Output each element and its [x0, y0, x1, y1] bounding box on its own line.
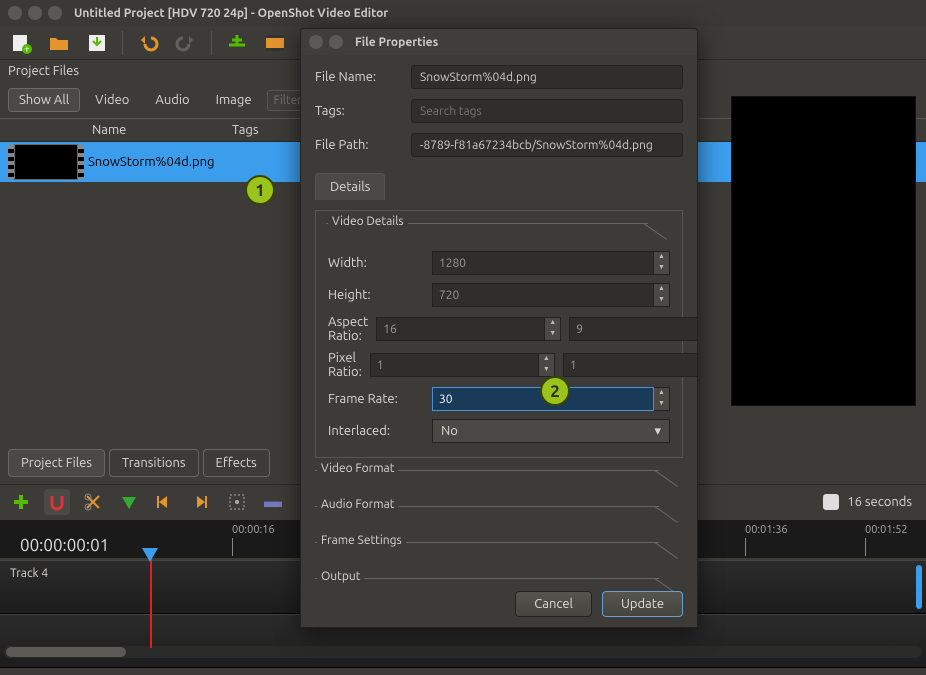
profile-icon[interactable]	[262, 30, 288, 56]
main-titlebar[interactable]: Untitled Project [HDV 720 24p] - OpenSho…	[0, 0, 926, 26]
save-project-icon[interactable]	[84, 30, 110, 56]
timeline-duration: 16 seconds	[847, 495, 912, 509]
timeline-timecode[interactable]: 00:00:00:01	[20, 536, 109, 555]
filter-video[interactable]: Video	[84, 88, 140, 112]
window-minimize-icon[interactable]	[28, 6, 42, 20]
file-name: SnowStorm%04d.png	[88, 155, 228, 169]
window-maximize-icon[interactable]	[48, 6, 62, 20]
snap-icon[interactable]	[44, 489, 70, 515]
pixel-label: Pixel Ratio:	[328, 351, 362, 379]
interlaced-combo[interactable]: No▾	[432, 419, 670, 443]
dialog-tabs: Details	[315, 173, 683, 200]
width-spinner[interactable]: ▲▼	[432, 251, 670, 275]
file-thumbnail	[14, 144, 78, 180]
tick: 00:01:36	[745, 524, 788, 556]
video-details-group: Video Details Width: ▲▼ Height: ▲▼ Aspec…	[315, 210, 683, 458]
open-project-icon[interactable]	[46, 30, 72, 56]
file-name-field[interactable]: SnowStorm%04d.png	[411, 65, 683, 89]
track-scroll-handle[interactable]	[916, 565, 922, 609]
preview-panel[interactable]	[731, 96, 916, 406]
tab-effects[interactable]: Effects	[203, 449, 270, 477]
dialog-minimize-icon[interactable]	[329, 35, 343, 49]
audio-format-section[interactable]: Audio Format	[317, 498, 398, 511]
tick: 00:00:16	[232, 524, 275, 556]
tick: 00:01:52	[865, 524, 908, 556]
window-title: Untitled Project [HDV 720 24p] - OpenSho…	[74, 7, 388, 20]
next-marker-icon[interactable]	[188, 489, 214, 515]
file-path-label: File Path:	[315, 138, 401, 152]
window-close-icon[interactable]	[8, 6, 22, 20]
tags-label: Tags:	[315, 104, 401, 118]
svg-text:+: +	[24, 43, 30, 54]
annotation-badge-1: 1	[245, 175, 275, 205]
aspect-label: Aspect Ratio:	[328, 315, 368, 343]
dialog-titlebar[interactable]: File Properties	[301, 29, 697, 55]
file-name-label: File Name:	[315, 70, 401, 84]
video-format-section[interactable]: Video Format	[317, 462, 398, 475]
update-button[interactable]: Update	[602, 591, 683, 617]
undo-icon[interactable]	[135, 30, 161, 56]
filter-show-all[interactable]: Show All	[8, 88, 80, 112]
marker-icon[interactable]	[116, 489, 142, 515]
video-details-title: Video Details	[328, 215, 408, 228]
filter-image[interactable]: Image	[205, 88, 263, 112]
pixel-a-spinner[interactable]: ▲▼	[370, 353, 555, 377]
cancel-button[interactable]: Cancel	[515, 591, 592, 617]
chevron-down-icon: ▾	[654, 424, 661, 439]
new-project-icon[interactable]: +	[8, 30, 34, 56]
h-scrollbar[interactable]	[4, 646, 922, 658]
dialog-title: File Properties	[355, 36, 438, 49]
playhead-marker-icon[interactable]	[142, 548, 158, 562]
col-name[interactable]: Name	[88, 123, 228, 137]
timeline-duration-icon	[823, 494, 839, 510]
file-path-field[interactable]: -8789-f81a67234bcb/SnowStorm%04d.png	[411, 133, 683, 157]
dialog-close-icon[interactable]	[309, 35, 323, 49]
width-label: Width:	[328, 256, 424, 270]
pixel-b-spinner[interactable]: ▲▼	[563, 353, 698, 377]
interlaced-label: Interlaced:	[328, 424, 424, 438]
file-properties-dialog: File Properties File Name: SnowStorm%04d…	[300, 28, 698, 628]
annotation-badge-2: 2	[540, 376, 570, 406]
import-files-icon[interactable]	[224, 30, 250, 56]
frame-settings-section[interactable]: Frame Settings	[317, 534, 406, 547]
height-spinner[interactable]: ▲▼	[432, 283, 670, 307]
tab-transitions[interactable]: Transitions	[109, 449, 199, 477]
fps-label: Frame Rate:	[328, 392, 424, 406]
prev-marker-icon[interactable]	[152, 489, 178, 515]
height-label: Height:	[328, 288, 424, 302]
separator	[211, 31, 212, 55]
bottom-tabs: Project Files Transitions Effects	[0, 445, 278, 481]
h-scrollbar-thumb[interactable]	[6, 647, 126, 657]
razor-icon[interactable]	[80, 489, 106, 515]
zoom-out-icon[interactable]: ▬	[260, 489, 286, 515]
track-label: Track 4	[10, 567, 48, 580]
tab-details[interactable]: Details	[315, 173, 385, 200]
filter-audio[interactable]: Audio	[144, 88, 200, 112]
playhead-line[interactable]	[150, 555, 152, 648]
separator	[122, 31, 123, 55]
center-playhead-icon[interactable]	[224, 489, 250, 515]
output-section[interactable]: Output	[317, 570, 364, 583]
tab-project-files[interactable]: Project Files	[8, 449, 105, 477]
tags-field[interactable]	[411, 99, 683, 123]
add-track-icon[interactable]	[8, 489, 34, 515]
dialog-buttons: Cancel Update	[515, 591, 683, 617]
aspect-a-spinner[interactable]: ▲▼	[376, 317, 561, 341]
redo-icon[interactable]	[173, 30, 199, 56]
aspect-b-spinner[interactable]: ▲▼	[569, 317, 698, 341]
